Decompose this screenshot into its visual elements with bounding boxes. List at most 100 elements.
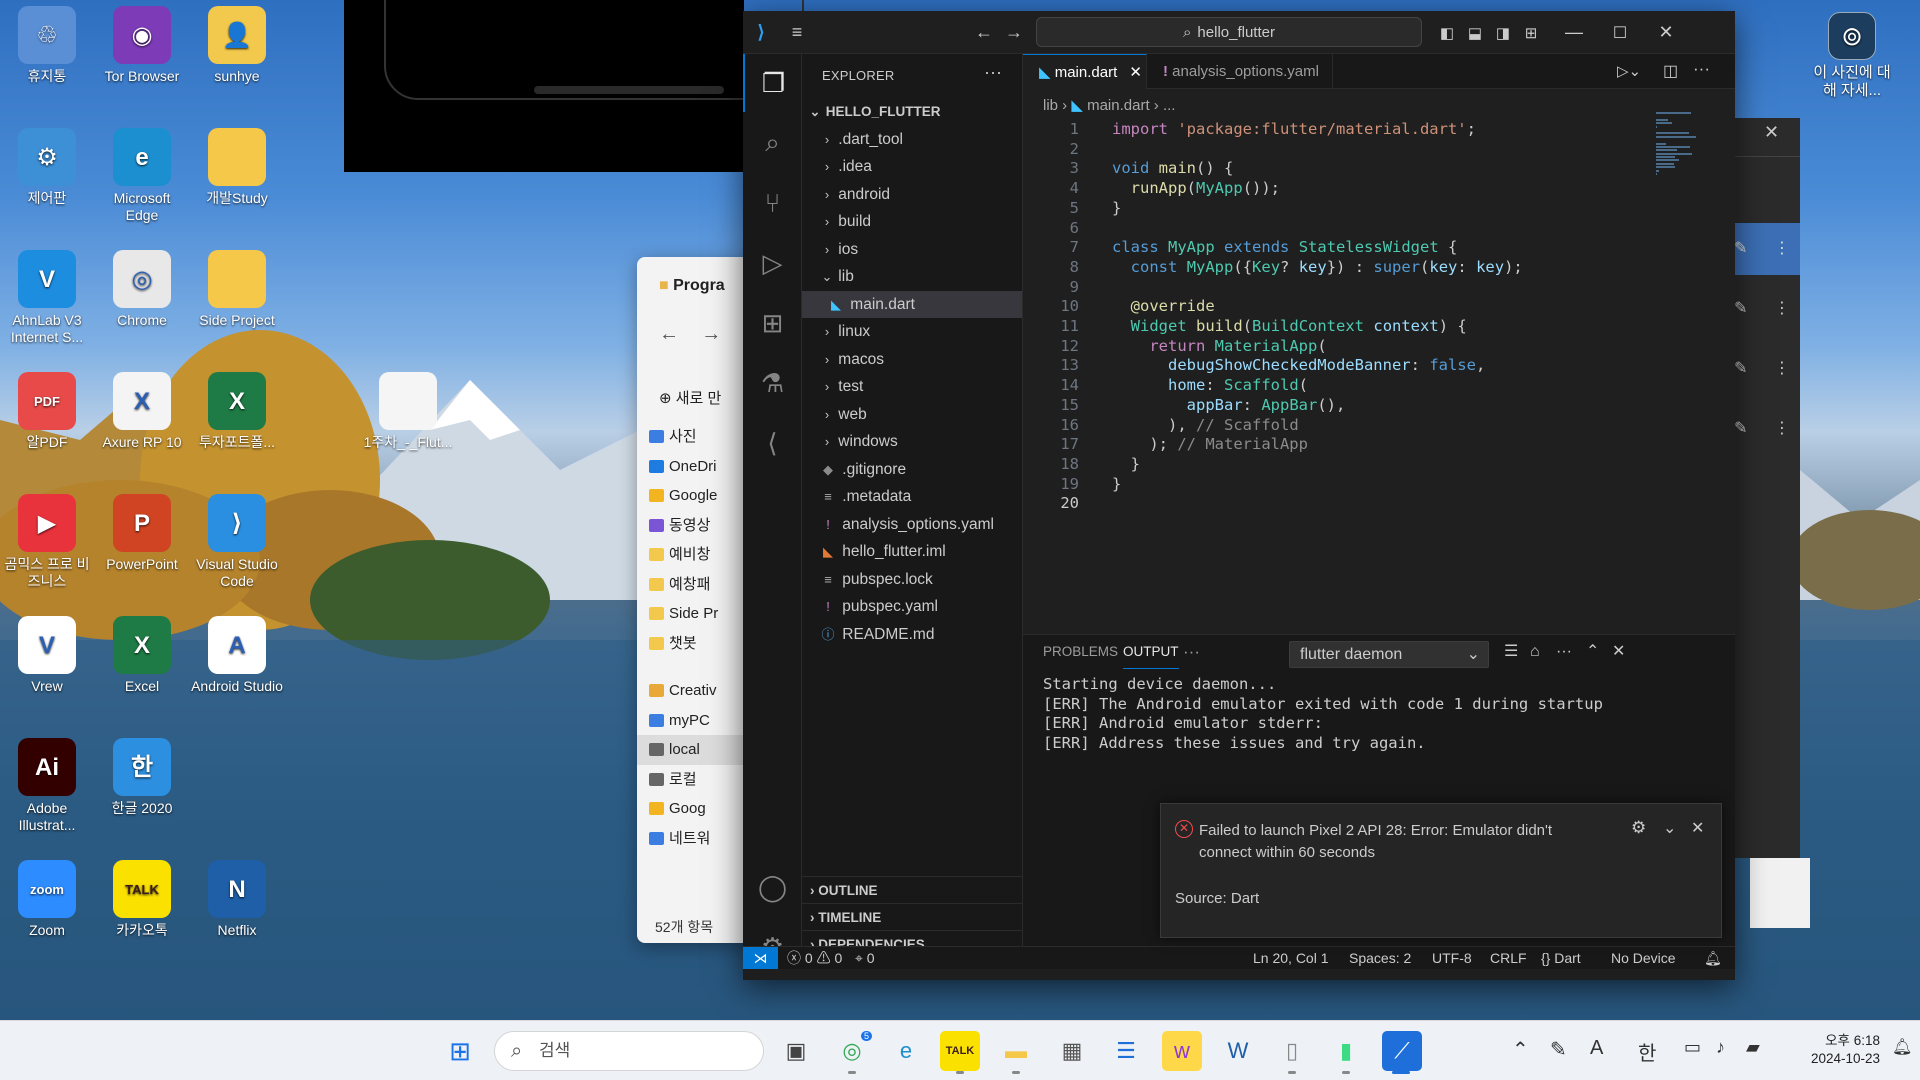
desktop-icon[interactable]: X 투자포트폴...: [191, 372, 283, 451]
tab-analysis-options[interactable]: ! analysis_options.yaml: [1147, 54, 1333, 89]
desktop-icon[interactable]: A Android Studio: [191, 616, 283, 695]
more-actions-icon[interactable]: ···: [984, 62, 1002, 83]
ime-mode[interactable]: A: [1590, 1037, 1603, 1060]
start-windows-icon[interactable]: ⊞: [440, 1031, 480, 1071]
extensions-icon[interactable]: ⊞: [743, 294, 802, 352]
desktop-icon[interactable]: TALK 카카오톡: [96, 860, 188, 939]
maximize-icon[interactable]: ☐: [1597, 11, 1643, 54]
clear-output-icon[interactable]: ☰: [1504, 635, 1518, 669]
code-line[interactable]: }: [1112, 455, 1140, 475]
desktop-icon[interactable]: N Netflix: [191, 860, 283, 939]
output-channel-select[interactable]: flutter daemon ⌄: [1289, 641, 1489, 668]
notification-icon[interactable]: 🔔︎: [1892, 1037, 1912, 1057]
timeline-section[interactable]: › TIMELINE: [802, 903, 1022, 930]
explorer-nav-item[interactable]: Side Pr: [637, 599, 757, 629]
app-icon[interactable]: w: [1162, 1031, 1202, 1071]
tab-problems[interactable]: PROBLEMS: [1043, 635, 1118, 669]
desktop-icon[interactable]: ⟩ Visual Studio Code: [191, 494, 283, 590]
gear-icon[interactable]: ⚙: [1631, 818, 1646, 838]
lock-icon[interactable]: ⌂: [1530, 635, 1540, 669]
explorer-nav-item[interactable]: Google: [637, 481, 757, 511]
desktop-icon[interactable]: P PowerPoint: [96, 494, 188, 573]
explorer-nav-item[interactable]: 챗봇: [637, 629, 757, 659]
kakaotalk-icon[interactable]: TALK: [940, 1031, 980, 1071]
source-control-icon[interactable]: ⑂: [743, 174, 802, 232]
battery-icon[interactable]: ▰: [1746, 1037, 1760, 1058]
desktop-icon[interactable]: Ai Adobe Illustrat...: [1, 738, 93, 834]
tree-folder[interactable]: › web: [802, 401, 1022, 429]
new-button[interactable]: ⊕ 새로 만: [659, 387, 721, 408]
tree-folder[interactable]: › macos: [802, 346, 1022, 374]
notifications-bell-icon[interactable]: 🔔︎: [1704, 947, 1722, 969]
toggle-secondary-sidebar-icon[interactable]: ◨: [1489, 11, 1517, 54]
edit-icon[interactable]: ✎: [1734, 238, 1747, 258]
desktop-icon[interactable]: e Microsoft Edge: [96, 128, 188, 224]
code-line[interactable]: import 'package:flutter/material.dart';: [1112, 120, 1476, 140]
desktop-icon[interactable]: ♲ 휴지통: [1, 6, 93, 85]
code-line[interactable]: class MyApp extends StatelessWidget {: [1112, 238, 1457, 258]
encoding[interactable]: UTF-8: [1432, 947, 1472, 969]
task-view-icon[interactable]: ▣: [776, 1031, 816, 1071]
close-tab-icon[interactable]: ✕: [1129, 64, 1142, 81]
explorer-icon[interactable]: ❐: [743, 54, 802, 112]
desktop-icon[interactable]: ▶ 곰믹스 프로 비즈니스: [1, 494, 93, 590]
desktop-icon[interactable]: PDF 알PDF: [1, 372, 93, 451]
calculator-icon[interactable]: ▦: [1052, 1031, 1092, 1071]
edit-icon[interactable]: ✎: [1734, 298, 1747, 318]
code-line[interactable]: appBar: AppBar(),: [1112, 396, 1346, 416]
pen-icon[interactable]: ✎: [1550, 1037, 1567, 1062]
maximize-panel-icon[interactable]: ⌃: [1586, 635, 1599, 669]
clock[interactable]: 오후 6:18 2024-10-23: [1780, 1032, 1880, 1068]
desktop-icon[interactable]: 1주차_-_Flut...: [362, 372, 454, 451]
tree-folder[interactable]: › linux: [802, 318, 1022, 346]
customize-layout-icon[interactable]: ⊞: [1517, 11, 1545, 54]
desktop-icon[interactable]: Side Project: [191, 250, 283, 329]
code-line[interactable]: Widget build(BuildContext context) {: [1112, 317, 1467, 337]
desktop-icon[interactable]: 한 한글 2020: [96, 738, 188, 817]
chevron-up-icon[interactable]: ⌃: [1512, 1037, 1529, 1062]
edit-icon[interactable]: ✎: [1734, 418, 1747, 438]
outline-section[interactable]: › OUTLINE: [802, 876, 1022, 903]
desktop-icon[interactable]: V AhnLab V3 Internet S...: [1, 250, 93, 346]
search-icon[interactable]: ⌕: [743, 114, 802, 172]
minimize-icon[interactable]: —: [1551, 11, 1597, 54]
explorer-nav-item[interactable]: 예비창: [637, 540, 757, 570]
volume-icon[interactable]: ♪: [1716, 1037, 1725, 1058]
tree-folder[interactable]: › build: [802, 208, 1022, 236]
code-line[interactable]: void main() {: [1112, 159, 1233, 179]
tree-folder[interactable]: › android: [802, 181, 1022, 209]
testing-icon[interactable]: ⚗: [743, 354, 802, 412]
word-icon[interactable]: W: [1218, 1031, 1258, 1071]
tree-file[interactable]: ! analysis_options.yaml: [802, 511, 1022, 539]
code-line[interactable]: }: [1112, 199, 1121, 219]
indentation[interactable]: Spaces: 2: [1349, 947, 1411, 969]
edit-icon[interactable]: ✎: [1734, 358, 1747, 378]
error-notification[interactable]: ✕ Failed to launch Pixel 2 API 28: Error…: [1160, 803, 1722, 938]
code-line[interactable]: home: Scaffold(: [1112, 376, 1308, 396]
explorer-nav-item[interactable]: 사진: [637, 422, 757, 452]
split-editor-icon[interactable]: ◫: [1663, 61, 1678, 81]
tree-file[interactable]: ≡ pubspec.lock: [802, 566, 1022, 594]
tree-folder[interactable]: › .idea: [802, 153, 1022, 181]
command-center-search[interactable]: ⌕ hello_flutter: [1036, 17, 1422, 47]
document-icon[interactable]: ▯: [1272, 1031, 1312, 1071]
chevron-down-icon[interactable]: ⌄: [1663, 818, 1676, 838]
desktop-icon[interactable]: X Excel: [96, 616, 188, 695]
flutter-icon[interactable]: ⟨: [743, 414, 802, 472]
code-line[interactable]: @override: [1112, 297, 1215, 317]
desktop-icon[interactable]: 👤 sunhye: [191, 6, 283, 85]
explorer-nav-item[interactable]: 예창패: [637, 570, 757, 600]
more-icon[interactable]: ⋮: [1774, 418, 1790, 438]
tree-root[interactable]: ⌄ HELLO_FLUTTER: [802, 98, 1022, 126]
tree-file[interactable]: ◣ main.dart: [802, 290, 1022, 318]
ime-hangul[interactable]: 한: [1638, 1037, 1656, 1066]
tree-folder[interactable]: › windows: [802, 428, 1022, 456]
more-icon[interactable]: ⋮: [1774, 238, 1790, 258]
close-icon[interactable]: ✕: [1643, 11, 1689, 54]
tree-folder[interactable]: › .dart_tool: [802, 126, 1022, 154]
chrome-icon[interactable]: ◎ 5: [832, 1031, 872, 1071]
desktop-icon[interactable]: zoom Zoom: [1, 860, 93, 939]
desktop-icon[interactable]: ⚙ 제어판: [1, 128, 93, 207]
network-icon[interactable]: ▭: [1684, 1037, 1701, 1058]
android-studio-icon[interactable]: ▮: [1326, 1031, 1366, 1071]
